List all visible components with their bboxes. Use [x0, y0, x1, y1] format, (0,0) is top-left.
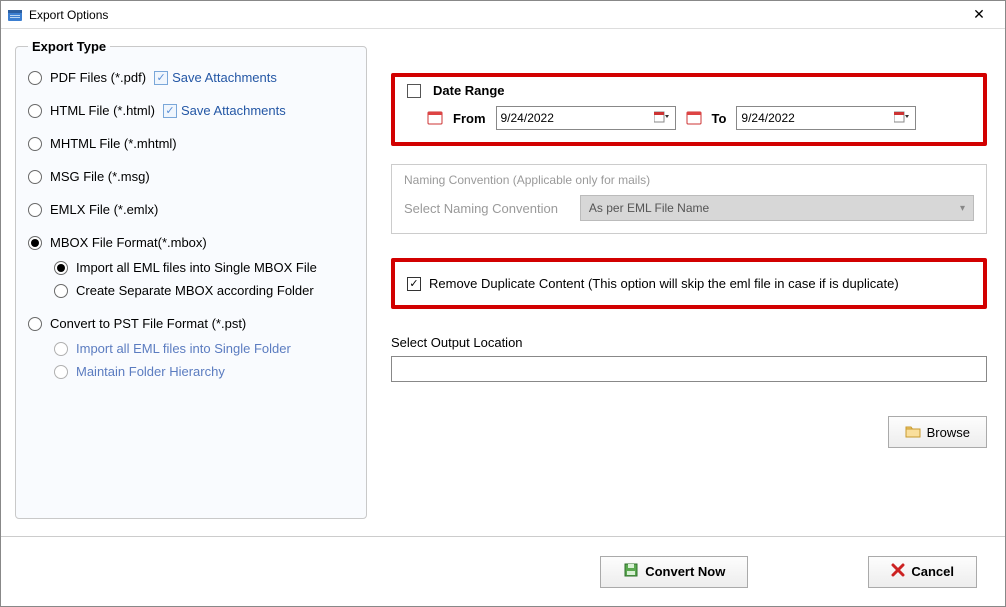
mbox-subgroup: Import all EML files into Single MBOX Fi… [54, 260, 354, 298]
cancel-label: Cancel [911, 564, 954, 579]
suboption-mbox-separate[interactable]: Create Separate MBOX according Folder [54, 283, 354, 298]
suboption-label: Import all EML files into Single MBOX Fi… [76, 260, 317, 275]
suboption-label: Import all EML files into Single Folder [76, 341, 291, 356]
export-options-window: Export Options ✕ Export Type PDF Files (… [0, 0, 1006, 607]
from-date-input[interactable]: 9/24/2022 [496, 106, 676, 130]
suboption-mbox-single[interactable]: Import all EML files into Single MBOX Fi… [54, 260, 354, 275]
radio-icon [28, 71, 42, 85]
option-msg[interactable]: MSG File (*.msg) [28, 169, 354, 184]
remove-duplicate-checkbox[interactable]: ✓ [407, 277, 421, 291]
radio-icon [54, 365, 68, 379]
output-location-input[interactable] [391, 356, 987, 382]
date-range-section: Date Range From 9/24/2022 [391, 73, 987, 146]
export-type-group: Export Type PDF Files (*.pdf) ✓ Save Att… [15, 39, 367, 519]
radio-icon [54, 342, 68, 356]
option-label: EMLX File (*.emlx) [50, 202, 158, 217]
calendar-icon [427, 110, 443, 126]
checkbox-icon[interactable]: ✓ [163, 104, 177, 118]
option-label: Convert to PST File Format (*.pst) [50, 316, 246, 331]
naming-select: As per EML File Name ▾ [580, 195, 974, 221]
titlebar: Export Options ✕ [1, 1, 1005, 29]
radio-icon [28, 236, 42, 250]
radio-icon [28, 137, 42, 151]
save-icon [623, 562, 639, 581]
suboption-label: Create Separate MBOX according Folder [76, 283, 314, 298]
option-mbox[interactable]: MBOX File Format(*.mbox) [28, 235, 354, 250]
pst-subgroup: Import all EML files into Single Folder … [54, 341, 354, 379]
chevron-down-icon: ▾ [960, 203, 965, 214]
from-label: From [453, 111, 486, 126]
save-attachments-label: Save Attachments [172, 70, 277, 85]
left-panel: Export Type PDF Files (*.pdf) ✓ Save Att… [1, 29, 381, 536]
remove-duplicate-label: Remove Duplicate Content (This option wi… [429, 276, 899, 291]
output-location-label: Select Output Location [391, 335, 987, 350]
date-range-title: Date Range [433, 83, 505, 98]
option-mhtml[interactable]: MHTML File (*.mhtml) [28, 136, 354, 151]
from-date-value: 9/24/2022 [501, 111, 653, 125]
convert-label: Convert Now [645, 564, 725, 579]
close-button[interactable]: ✕ [959, 6, 999, 23]
convert-now-button[interactable]: Convert Now [600, 556, 748, 588]
to-date-value: 9/24/2022 [741, 111, 893, 125]
to-label: To [712, 111, 727, 126]
app-icon [7, 7, 23, 23]
footer: Convert Now Cancel [1, 536, 1005, 606]
date-range-checkbox[interactable] [407, 84, 421, 98]
option-label: HTML File (*.html) [50, 103, 155, 118]
suboption-label: Maintain Folder Hierarchy [76, 364, 225, 379]
option-label: MHTML File (*.mhtml) [50, 136, 177, 151]
radio-icon [54, 261, 68, 275]
cancel-button[interactable]: Cancel [868, 556, 977, 588]
naming-select-value: As per EML File Name [589, 201, 709, 215]
window-title: Export Options [29, 8, 959, 22]
checkbox-icon[interactable]: ✓ [154, 71, 168, 85]
to-date-input[interactable]: 9/24/2022 [736, 106, 916, 130]
browse-button[interactable]: Browse [888, 416, 987, 448]
option-label: PDF Files (*.pdf) [50, 70, 146, 85]
option-pst[interactable]: Convert to PST File Format (*.pst) [28, 316, 354, 331]
export-type-legend: Export Type [28, 39, 110, 54]
suboption-pst-hierarchy: Maintain Folder Hierarchy [54, 364, 354, 379]
radio-icon [28, 203, 42, 217]
naming-title: Naming Convention (Applicable only for m… [404, 173, 974, 187]
option-pdf[interactable]: PDF Files (*.pdf) ✓ Save Attachments [28, 70, 354, 85]
save-attachments-label: Save Attachments [181, 103, 286, 118]
option-label: MBOX File Format(*.mbox) [50, 235, 207, 250]
calendar-dropdown-icon[interactable] [893, 111, 911, 125]
cancel-icon [891, 563, 905, 580]
option-emlx[interactable]: EMLX File (*.emlx) [28, 202, 354, 217]
folder-icon [905, 424, 921, 441]
remove-duplicate-section: ✓ Remove Duplicate Content (This option … [391, 258, 987, 309]
radio-icon [28, 104, 42, 118]
naming-label: Select Naming Convention [404, 201, 558, 216]
browse-label: Browse [927, 425, 970, 440]
calendar-dropdown-icon[interactable] [653, 111, 671, 125]
option-label: MSG File (*.msg) [50, 169, 150, 184]
suboption-pst-single: Import all EML files into Single Folder [54, 341, 354, 356]
radio-icon [54, 284, 68, 298]
option-html[interactable]: HTML File (*.html) ✓ Save Attachments [28, 103, 354, 118]
naming-convention-section: Naming Convention (Applicable only for m… [391, 164, 987, 234]
radio-icon [28, 170, 42, 184]
radio-icon [28, 317, 42, 331]
right-panel: Date Range From 9/24/2022 [381, 29, 1005, 536]
calendar-icon [686, 110, 702, 126]
